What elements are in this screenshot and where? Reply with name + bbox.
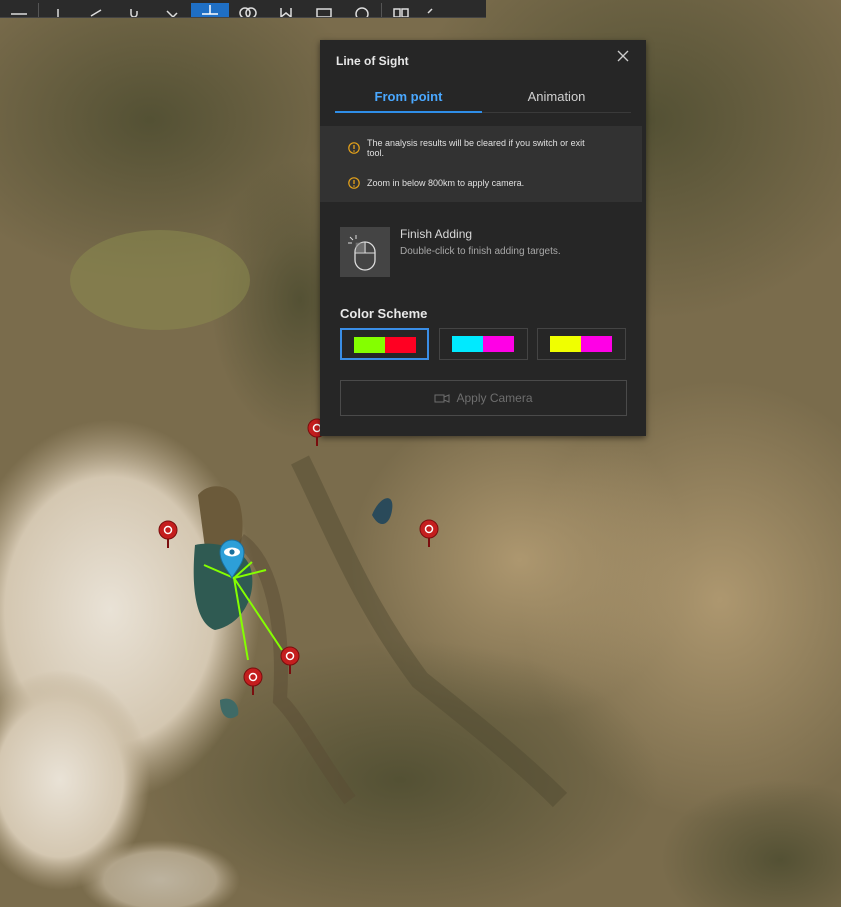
color-chip xyxy=(550,336,581,352)
warning-icon xyxy=(348,142,360,154)
panel-title: Line of Sight xyxy=(336,54,409,68)
warning-icon xyxy=(348,177,360,189)
color-chip xyxy=(385,337,416,353)
color-scheme-option-yellow-magenta[interactable] xyxy=(537,328,626,360)
notice-box: The analysis results will be cleared if … xyxy=(320,126,642,202)
color-chip xyxy=(483,336,514,352)
line-of-sight-icon[interactable] xyxy=(191,3,229,17)
color-scheme-title: Color Scheme xyxy=(340,306,428,321)
color-chip xyxy=(581,336,612,352)
color-chip xyxy=(354,337,385,353)
finish-adding-description: Double-click to finish adding targets. xyxy=(400,246,561,257)
notice-text: The analysis results will be cleared if … xyxy=(367,138,585,158)
chevron-left-icon[interactable] xyxy=(420,3,440,17)
finish-adding-title: Finish Adding xyxy=(400,227,473,241)
paperclip-icon[interactable] xyxy=(115,3,153,17)
tab-bar: From point Animation xyxy=(335,88,631,113)
overlap-icon[interactable] xyxy=(229,3,267,17)
color-scheme-option-green-red[interactable] xyxy=(340,328,429,360)
notice-text: Zoom in below 800km to apply camera. xyxy=(367,178,525,188)
measure-icon[interactable] xyxy=(77,3,115,17)
line-of-sight-panel: Line of Sight From point Animation The a… xyxy=(320,40,646,436)
grid-icon[interactable] xyxy=(382,3,420,17)
camera-icon xyxy=(434,394,450,403)
apply-camera-button[interactable]: Apply Camera xyxy=(340,380,627,416)
mouse-double-click-icon xyxy=(340,227,390,277)
notice-zoom: Zoom in below 800km to apply camera. xyxy=(348,177,587,189)
tag-icon[interactable] xyxy=(153,3,191,17)
tab-animation[interactable]: Animation xyxy=(483,88,630,111)
menu-icon[interactable] xyxy=(0,3,38,17)
color-scheme-option-cyan-magenta[interactable] xyxy=(439,328,528,360)
toolbar xyxy=(0,0,486,18)
bookmark-icon[interactable] xyxy=(267,3,305,17)
notice-clear-results: The analysis results will be cleared if … xyxy=(348,138,587,158)
pin-icon[interactable] xyxy=(39,3,77,17)
apply-camera-label: Apply Camera xyxy=(456,391,533,405)
image-icon[interactable] xyxy=(305,3,343,17)
tab-from-point[interactable]: From point xyxy=(335,88,482,113)
close-icon[interactable] xyxy=(615,48,631,64)
globe-icon[interactable] xyxy=(343,3,381,17)
color-chip xyxy=(452,336,483,352)
